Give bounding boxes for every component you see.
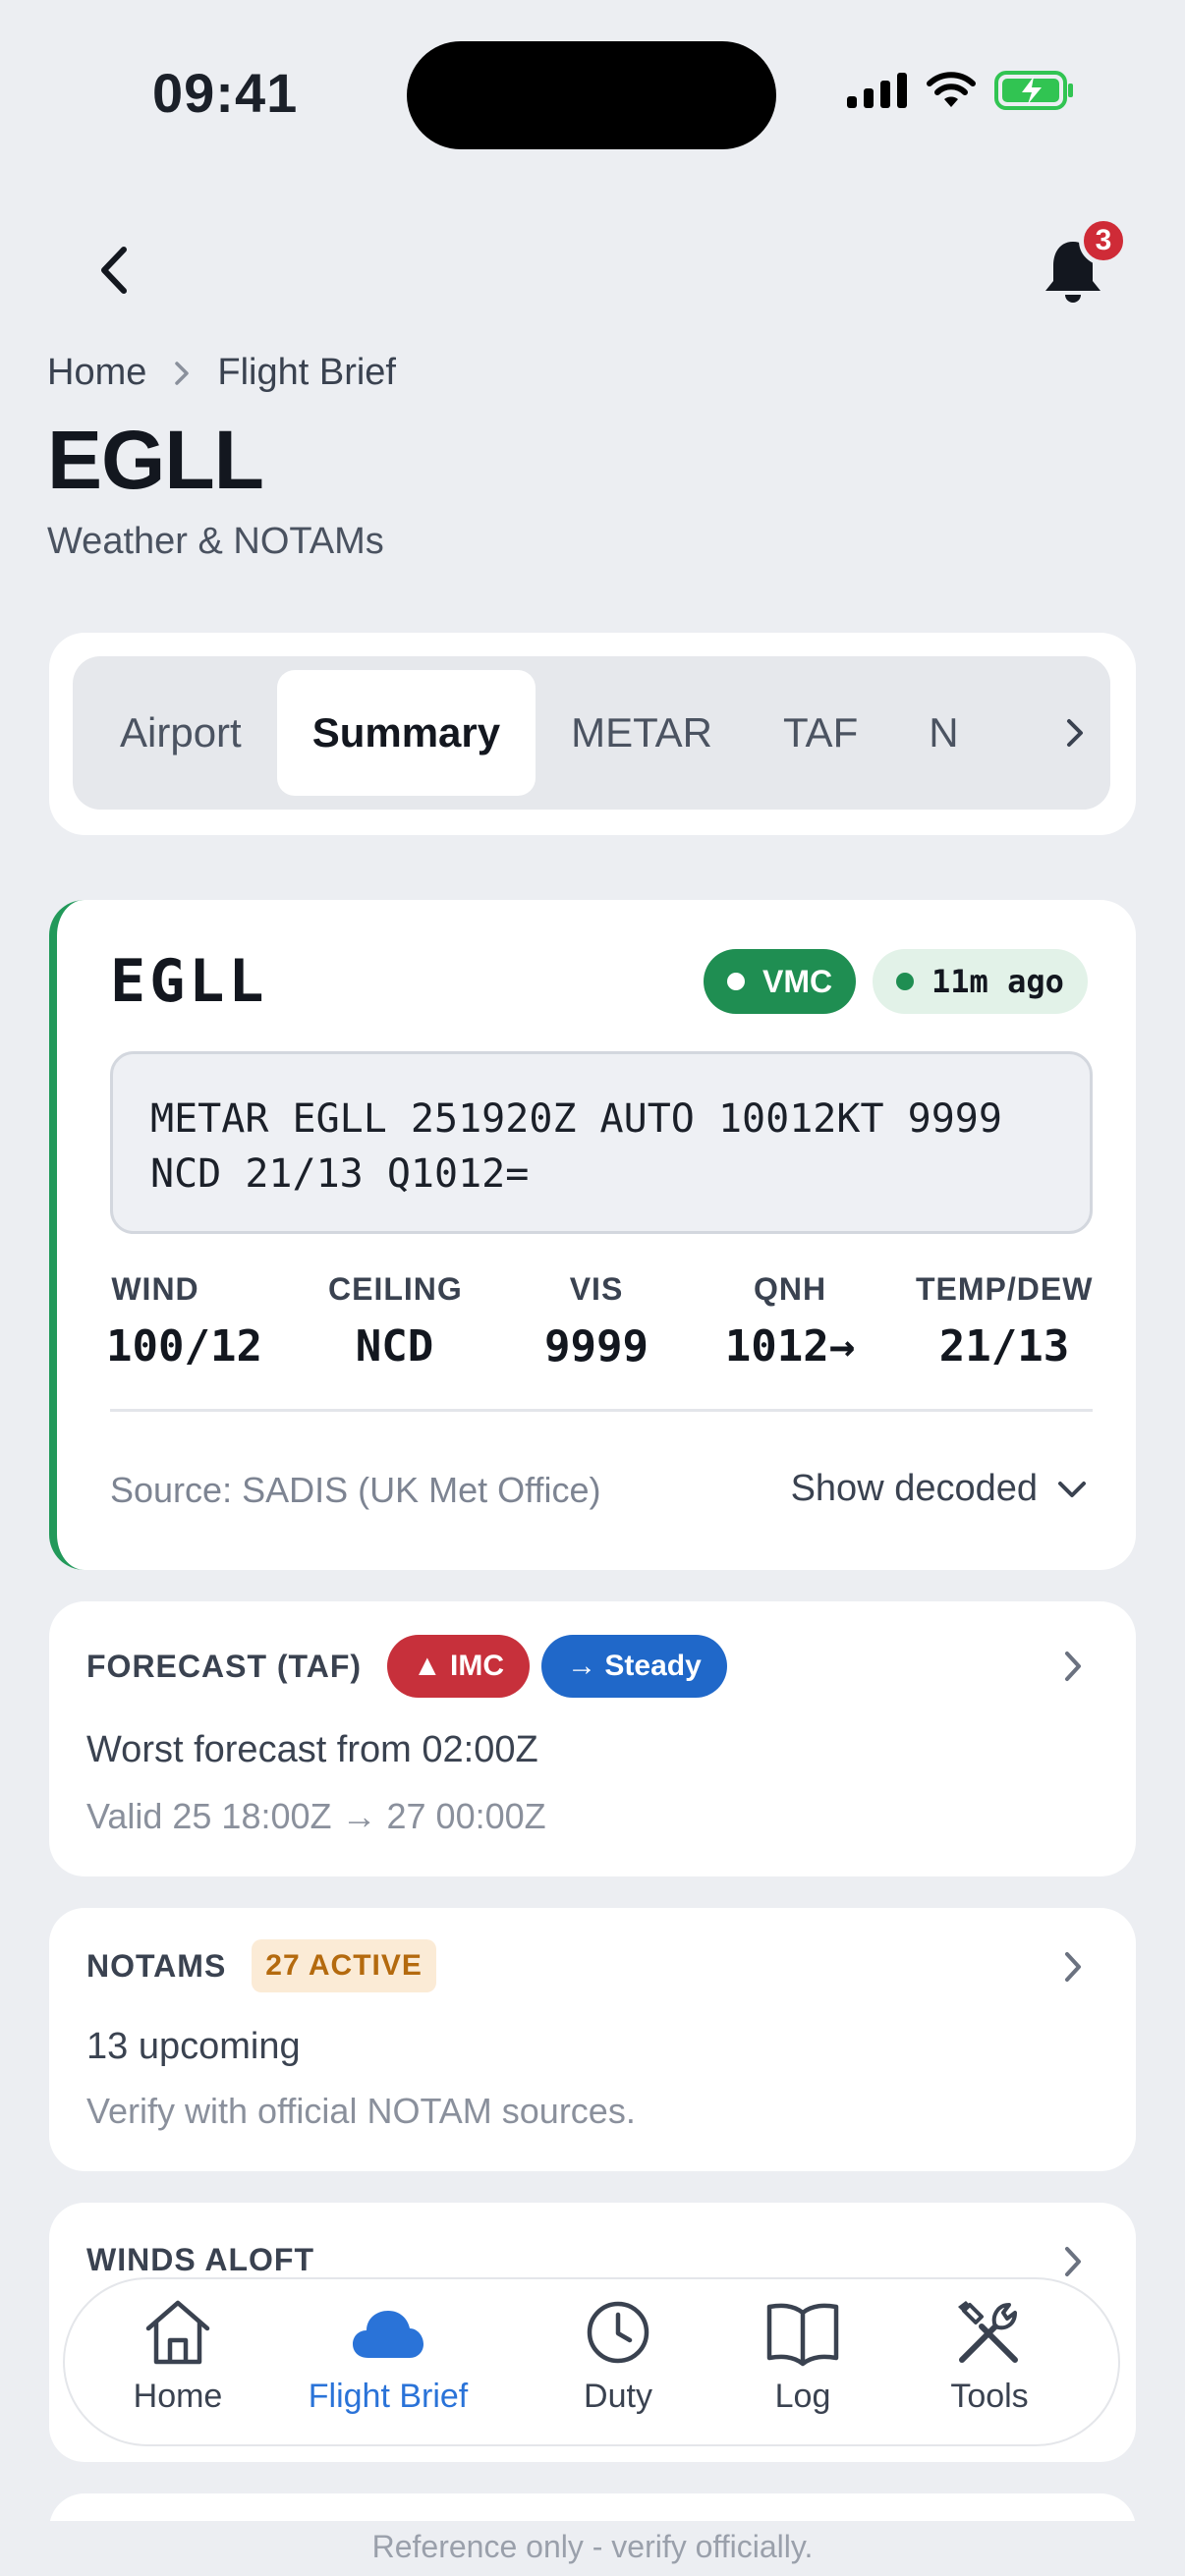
chevron-down-icon [1058, 1481, 1086, 1497]
chevron-left-icon [101, 247, 127, 294]
forecast-main: Worst forecast from 02:00Z [86, 1729, 538, 1770]
footer-disclaimer: Reference only - verify officially. [371, 2529, 814, 2564]
forecast-card[interactable]: FORECAST (TAF) ▲ IMC → Steady Worst fore… [49, 1601, 1136, 1876]
tab-notams-partial[interactable]: N [893, 670, 993, 796]
metric-value: 21/13 [938, 1321, 1070, 1372]
battery-charging-icon [994, 71, 1073, 110]
notams-active-chip: 27 ACTIVE [252, 1939, 436, 1992]
metric-ceiling: CEILING NCD [328, 1271, 463, 1372]
page-title: EGLL [47, 414, 264, 506]
notification-badge: 3 [1079, 216, 1128, 265]
clock-icon [587, 2301, 649, 2364]
metric-label: QNH [753, 1271, 827, 1307]
metar-metrics: WIND 100/12 CEILING NCD VIS 9999 QNH 101… [106, 1271, 1093, 1379]
metric-visibility: VIS 9999 [542, 1271, 650, 1372]
notams-upcoming: 13 upcoming [86, 2026, 301, 2067]
observation-age-label: 11m ago [931, 963, 1064, 1000]
forecast-label: FORECAST (TAF) [86, 1648, 363, 1684]
breadcrumb: Home Flight Brief [47, 352, 396, 394]
notams-disclaimer: Verify with official NOTAM sources. [86, 2091, 636, 2131]
tabs-card: Airport Summary METAR TAF N [49, 633, 1136, 835]
bottom-nav: Home Flight Brief Duty Log Tools [63, 2277, 1120, 2446]
nav-duty[interactable]: Duty [535, 2297, 702, 2416]
metric-value: 100/12 [106, 1321, 262, 1372]
nav-label: Log [774, 2378, 831, 2415]
forecast-header: FORECAST (TAF) ▲ IMC → Steady [86, 1635, 727, 1698]
flight-category-label: VMC [762, 963, 833, 999]
metric-label: VIS [569, 1271, 624, 1307]
tab-taf[interactable]: TAF [748, 670, 893, 796]
metar-station: EGLL [110, 947, 268, 1016]
book-icon [766, 2303, 839, 2367]
imc-chip: ▲ IMC [387, 1635, 531, 1698]
raw-metar-line: NCD 21/13 Q1012= [150, 1151, 530, 1197]
nav-label: Flight Brief [308, 2378, 469, 2415]
winds-aloft-label: WINDS ALOFT [86, 2242, 314, 2277]
metric-label: TEMP/DEW [916, 1271, 1094, 1307]
metric-label: CEILING [328, 1271, 463, 1307]
status-bar: 09:41 [0, 0, 1185, 187]
chevron-right-icon [1053, 1647, 1093, 1686]
forecast-validity: Valid 25 18:00Z → 27 00:00Z [86, 1796, 546, 1836]
flight-category-badge: VMC [704, 949, 857, 1014]
chevron-right-icon [174, 361, 190, 386]
cloud-icon [353, 2311, 423, 2358]
dynamic-island [407, 41, 776, 149]
show-decoded-label: Show decoded [790, 1468, 1038, 1509]
segmented-tabs: Airport Summary METAR TAF N [73, 656, 1110, 810]
tab-airport[interactable]: Airport [85, 670, 277, 796]
status-icons [847, 71, 1075, 110]
nav-label: Home [133, 2378, 223, 2415]
tabs-scroll-right-button[interactable] [992, 656, 1110, 810]
nav-tools[interactable]: Tools [906, 2297, 1073, 2416]
raw-metar-line: METAR EGLL 251920Z AUTO 10012KT 9999 [150, 1096, 1002, 1142]
breadcrumb-home[interactable]: Home [47, 352, 146, 394]
nav-log[interactable]: Log [719, 2297, 886, 2416]
metric-label: WIND [111, 1271, 199, 1307]
metric-wind: WIND 100/12 [106, 1271, 262, 1372]
nav-flight-brief[interactable]: Flight Brief [305, 2297, 472, 2416]
tab-summary[interactable]: Summary [276, 670, 536, 796]
metric-value: 9999 [544, 1321, 649, 1372]
status-dot [896, 973, 914, 990]
metric-value: 1012→ [724, 1321, 856, 1372]
status-dot [727, 973, 745, 990]
metric-value: NCD [355, 1321, 434, 1372]
show-decoded-button[interactable]: Show decoded [791, 1468, 1087, 1510]
metric-qnh: QNH 1012→ [721, 1271, 859, 1372]
status-time: 09:41 [152, 62, 299, 124]
tab-metar[interactable]: METAR [536, 670, 748, 796]
chevron-right-icon [1053, 1947, 1093, 1987]
tools-icon [958, 2301, 1018, 2363]
divider [110, 1409, 1093, 1412]
notams-label: NOTAMS [86, 1947, 227, 1984]
notams-card[interactable]: NOTAMS 27 ACTIVE 13 upcoming Verify with… [49, 1908, 1136, 2171]
metar-source: Source: SADIS (UK Met Office) [110, 1470, 601, 1510]
notams-header: NOTAMS 27 ACTIVE [86, 1939, 436, 1992]
breadcrumb-current: Flight Brief [217, 352, 396, 393]
chevron-right-icon [1053, 2242, 1093, 2281]
nav-home[interactable]: Home [94, 2297, 261, 2416]
chevron-right-icon [1067, 719, 1083, 747]
metric-temp-dew: TEMP/DEW 21/13 [916, 1271, 1093, 1372]
home-icon [145, 2300, 210, 2365]
back-button[interactable] [79, 236, 147, 305]
nav-label: Tools [950, 2378, 1029, 2415]
nav-label: Duty [584, 2378, 652, 2415]
trend-chip: → Steady [541, 1635, 727, 1698]
page-subtitle: Weather & NOTAMs [47, 521, 384, 562]
metar-card: EGLL VMC 11m ago METAR EGLL 251920Z AUTO… [49, 900, 1136, 1570]
wifi-icon [927, 72, 976, 107]
signal-icon [847, 73, 907, 108]
winds-aloft-header: WINDS ALOFT [86, 2242, 314, 2278]
raw-metar-box: METAR EGLL 251920Z AUTO 10012KT 9999 NCD… [110, 1051, 1093, 1234]
observation-age-badge: 11m ago [873, 949, 1088, 1014]
